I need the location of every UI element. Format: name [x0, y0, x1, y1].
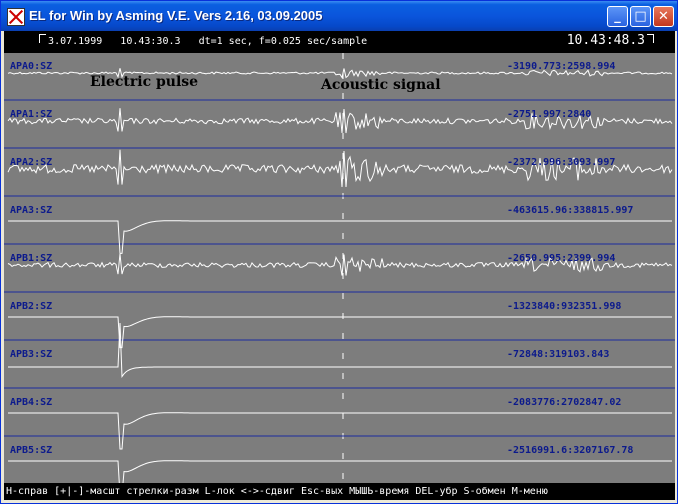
record-time: 10.43:30.3	[120, 36, 181, 47]
header-info: 3.07.1999 10.43:30.3 dt=1 sec, f=0.025 s…	[36, 36, 367, 47]
trace-waveform[interactable]	[8, 220, 672, 254]
trace-amplitude-range: -2083776:2702847.02	[507, 397, 622, 408]
seismogram-plot[interactable]: APA0:SZ -3190.773:2598.994 APA1:SZ -2751.99…	[4, 53, 675, 483]
trace-amplitude-range: -72848:319103.843	[507, 349, 610, 360]
acoustic-signal-annotation: Acoustic signal	[321, 77, 441, 93]
title-bar[interactable]: EL for Win by Asming V.E. Vers 2.16, 03.…	[1, 1, 677, 31]
cursor-time: 10.43:48.3	[566, 33, 645, 48]
trace-channel-label: APA2:SZ	[10, 157, 53, 168]
close-icon: ✕	[658, 9, 669, 24]
window-title: EL for Win by Asming V.E. Vers 2.16, 03.…	[29, 8, 323, 23]
trace-amplitude-range: -1323840:932351.998	[507, 301, 622, 312]
minimize-icon: _	[614, 9, 621, 24]
app-icon[interactable]	[7, 8, 25, 26]
trace-channel-label: APB4:SZ	[10, 397, 53, 408]
info-header: 3.07.1999 10.43:30.3 dt=1 sec, f=0.025 s…	[4, 31, 675, 53]
close-button[interactable]: ✕	[653, 6, 674, 27]
maximize-button[interactable]: □	[630, 6, 651, 27]
trace-amplitude-range: -2516991.6:3207167.78	[507, 445, 634, 456]
sampling-params: dt=1 sec, f=0.025 sec/sample	[198, 36, 368, 47]
app-window: EL for Win by Asming V.E. Vers 2.16, 03.…	[0, 0, 678, 504]
trace-channel-label: APB2:SZ	[10, 301, 53, 312]
right-bracket-icon	[647, 34, 654, 43]
trace-waveform[interactable]	[8, 316, 672, 349]
client-area: 3.07.1999 10.43:30.3 dt=1 sec, f=0.025 s…	[4, 31, 675, 500]
trace-channel-label: APA3:SZ	[10, 205, 53, 216]
trace-channel-label: APB1:SZ	[10, 253, 53, 264]
trace-amplitude-range: -2650.995:2399.994	[507, 253, 616, 264]
trace-amplitude-range: -2751.997:2840	[507, 109, 592, 120]
status-help-text: H-справ [+|-]-масшт стрелки-разм L-лок <…	[6, 486, 548, 497]
trace-amplitude-range: -2372.996:3093.997	[507, 157, 616, 168]
trace-channel-label: APA1:SZ	[10, 109, 53, 120]
trace-waveform[interactable]	[8, 412, 672, 450]
trace-waveform[interactable]	[7, 149, 673, 188]
record-date: 3.07.1999	[48, 36, 103, 47]
trace-channel-label: APB5:SZ	[10, 445, 53, 456]
maximize-icon: □	[634, 9, 647, 24]
electric-pulse-annotation: Electric pulse	[90, 74, 199, 90]
status-bar: H-справ [+|-]-масшт стрелки-разм L-лок <…	[4, 483, 675, 500]
minimize-button[interactable]: _	[607, 6, 628, 27]
trace-waveform[interactable]	[8, 460, 672, 483]
trace-channel-label: APB3:SZ	[10, 349, 53, 360]
trace-amplitude-range: -463615.96:338815.997	[507, 205, 634, 216]
trace-amplitude-range: -3190.773:2598.994	[507, 61, 616, 72]
trace-channel-label: APA0:SZ	[10, 61, 53, 72]
